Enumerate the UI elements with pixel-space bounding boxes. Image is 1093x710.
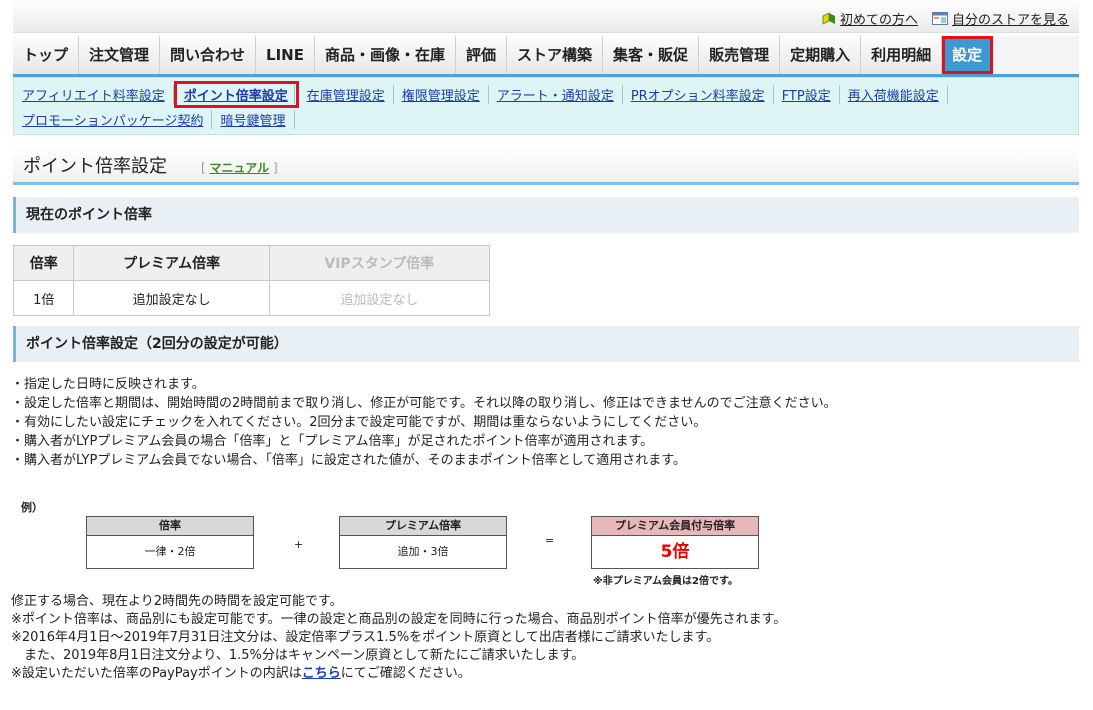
- header-premium-rate: プレミアム倍率: [73, 245, 270, 281]
- value-vip-stamp-rate: 追加設定なし: [268, 280, 491, 316]
- note-line: ・購入者がLYPプレミアム会員の場合「倍率」と「プレミアム倍率」が足されたポイン…: [11, 434, 654, 449]
- subnav-permissions[interactable]: 権限管理設定: [394, 85, 489, 104]
- note-line: ・購入者がLYPプレミアム会員でない場合、「倍率」に設定された値が、そのままポイ…: [11, 453, 686, 468]
- subnav-alerts[interactable]: アラート・通知設定: [489, 85, 623, 104]
- example-rate-box: 倍率 一律・2倍: [86, 516, 254, 569]
- header-rate: 倍率: [12, 245, 75, 281]
- header-vip-stamp-rate: VIPスタンプ倍率: [268, 245, 491, 281]
- manual-link[interactable]: マニュアル: [210, 161, 270, 175]
- sub-nav: アフィリエイト料率設定 ポイント倍率設定 在庫管理設定 権限管理設定 アラート・…: [13, 77, 1079, 135]
- instruction-notes: ・指定した日時に反映されます。 ・設定した倍率と期間は、開始時間の2時間前まで取…: [11, 375, 837, 470]
- view-store-link-label: 自分のストアを見る: [951, 13, 1069, 28]
- note-line: また、2019年8月1日注文分より、1.5%分はキャンペーン原資として新たにご請…: [11, 648, 585, 663]
- tab-sales[interactable]: 販売管理: [699, 36, 781, 74]
- view-store-link[interactable]: 自分のストアを見る: [931, 9, 1069, 28]
- table-header-row: 倍率 プレミアム倍率 VIPスタンプ倍率: [12, 245, 491, 281]
- subnav-pr-option[interactable]: PRオプション料率設定: [623, 85, 774, 104]
- bottom-notes: 修正する場合、現在より2時間先の時間を設定可能です。 ※ポイント倍率は、商品別に…: [11, 593, 786, 683]
- beginner-link-label: 初めての方へ: [839, 13, 918, 28]
- store-icon: [931, 12, 948, 25]
- tab-line[interactable]: LINE: [256, 36, 315, 74]
- tab-promotion[interactable]: 集客・販促: [603, 36, 700, 74]
- beginner-link[interactable]: 初めての方へ: [822, 9, 918, 28]
- example-result-head: プレミアム会員付与倍率: [592, 517, 758, 536]
- tab-products[interactable]: 商品・画像・在庫: [315, 36, 457, 74]
- tab-store-build[interactable]: ストア構築: [507, 36, 604, 74]
- equals-sign: =: [545, 534, 555, 547]
- paypay-breakdown-link[interactable]: こちら: [302, 666, 341, 681]
- subnav-inventory[interactable]: 在庫管理設定: [299, 85, 394, 104]
- note-line: ・設定した倍率と期間は、開始時間の2時間前まで取り消し、修正が可能です。それ以降…: [11, 396, 837, 411]
- manual-bracket-open: [: [201, 161, 206, 175]
- value-premium-rate: 追加設定なし: [73, 280, 270, 316]
- subnav-restock[interactable]: 再入荷機能設定: [840, 85, 948, 104]
- section-rate-settings: ポイント倍率設定（2回分の設定が可能）: [13, 326, 1079, 362]
- tab-statement[interactable]: 利用明細: [861, 36, 943, 74]
- tab-reviews[interactable]: 評価: [456, 36, 508, 74]
- top-links: 初めての方へ 自分のストアを見る: [822, 9, 1069, 28]
- section-current-rate: 現在のポイント倍率: [13, 197, 1079, 233]
- beginner-leaf-icon: [822, 11, 835, 25]
- main-nav: トップ 注文管理 問い合わせ LINE 商品・画像・在庫 評価 ストア構築 集客…: [13, 36, 1079, 77]
- sub-nav-row-2: プロモーションパッケージ契約 暗号鍵管理: [20, 107, 1072, 132]
- subnav-encryption-key[interactable]: 暗号鍵管理: [212, 110, 295, 129]
- example-premium-body: 追加・3倍: [340, 536, 506, 568]
- value-rate: 1倍: [12, 280, 75, 316]
- example-result-body: 5倍: [592, 536, 758, 568]
- tab-top[interactable]: トップ: [13, 36, 80, 74]
- example-premium-head: プレミアム倍率: [340, 517, 506, 536]
- paypay-note-text: ※設定いただいた倍率のPayPayポイントの内訳は: [11, 666, 302, 681]
- table-row: 1倍 追加設定なし 追加設定なし: [12, 280, 491, 316]
- tab-settings[interactable]: 設定: [942, 36, 994, 74]
- note-line: ※2016年4月1日～2019年7月31日注文分は、設定倍率プラス1.5%をポイ…: [11, 630, 720, 645]
- manual-bracket-close: ]: [272, 161, 278, 175]
- top-utility-bar: 初めての方へ 自分のストアを見る: [13, 0, 1079, 33]
- paypay-note-text-end: にてご確認ください。: [340, 666, 471, 681]
- note-line: 修正する場合、現在より2時間先の時間を設定可能です。: [11, 594, 343, 609]
- note-line: ・指定した日時に反映されます。: [11, 377, 205, 392]
- sub-nav-row-1: アフィリエイト料率設定 ポイント倍率設定 在庫管理設定 権限管理設定 アラート・…: [20, 81, 1072, 108]
- example-premium-box: プレミアム倍率 追加・3倍: [339, 516, 507, 569]
- note-line: ※ポイント倍率は、商品別にも設定可能です。一律の設定と商品別の設定を同時に行った…: [11, 612, 787, 627]
- note-line: ・有効にしたい設定にチェックを入れてください。2回分まで設定可能ですが、期間は重…: [11, 415, 707, 430]
- plus-sign: +: [294, 538, 304, 551]
- tab-orders[interactable]: 注文管理: [79, 36, 161, 74]
- subnav-point-rate[interactable]: ポイント倍率設定: [173, 81, 299, 108]
- tab-subscription[interactable]: 定期購入: [780, 36, 862, 74]
- manual-wrapper: [ マニュアル ]: [201, 159, 278, 176]
- subnav-ftp[interactable]: FTP設定: [774, 85, 840, 104]
- example-result-box: プレミアム会員付与倍率 5倍: [591, 516, 759, 569]
- note-line: ※設定いただいた倍率のPayPayポイントの内訳はこちらにてご確認ください。: [11, 665, 786, 683]
- subnav-affiliate-rate[interactable]: アフィリエイト料率設定: [20, 85, 174, 104]
- tab-inquiries[interactable]: 問い合わせ: [160, 36, 257, 74]
- page-title: ポイント倍率設定: [23, 156, 167, 177]
- example-label: 例）: [21, 501, 43, 514]
- example-rate-head: 倍率: [87, 517, 253, 536]
- page-header: ポイント倍率設定 [ マニュアル ]: [13, 146, 1079, 185]
- example-rate-body: 一律・2倍: [87, 536, 253, 568]
- current-rate-table: 倍率 プレミアム倍率 VIPスタンプ倍率 1倍 追加設定なし 追加設定なし: [12, 245, 491, 316]
- non-premium-note: ※非プレミアム会員は2倍です。: [593, 576, 738, 587]
- subnav-promo-package[interactable]: プロモーションパッケージ契約: [20, 110, 213, 129]
